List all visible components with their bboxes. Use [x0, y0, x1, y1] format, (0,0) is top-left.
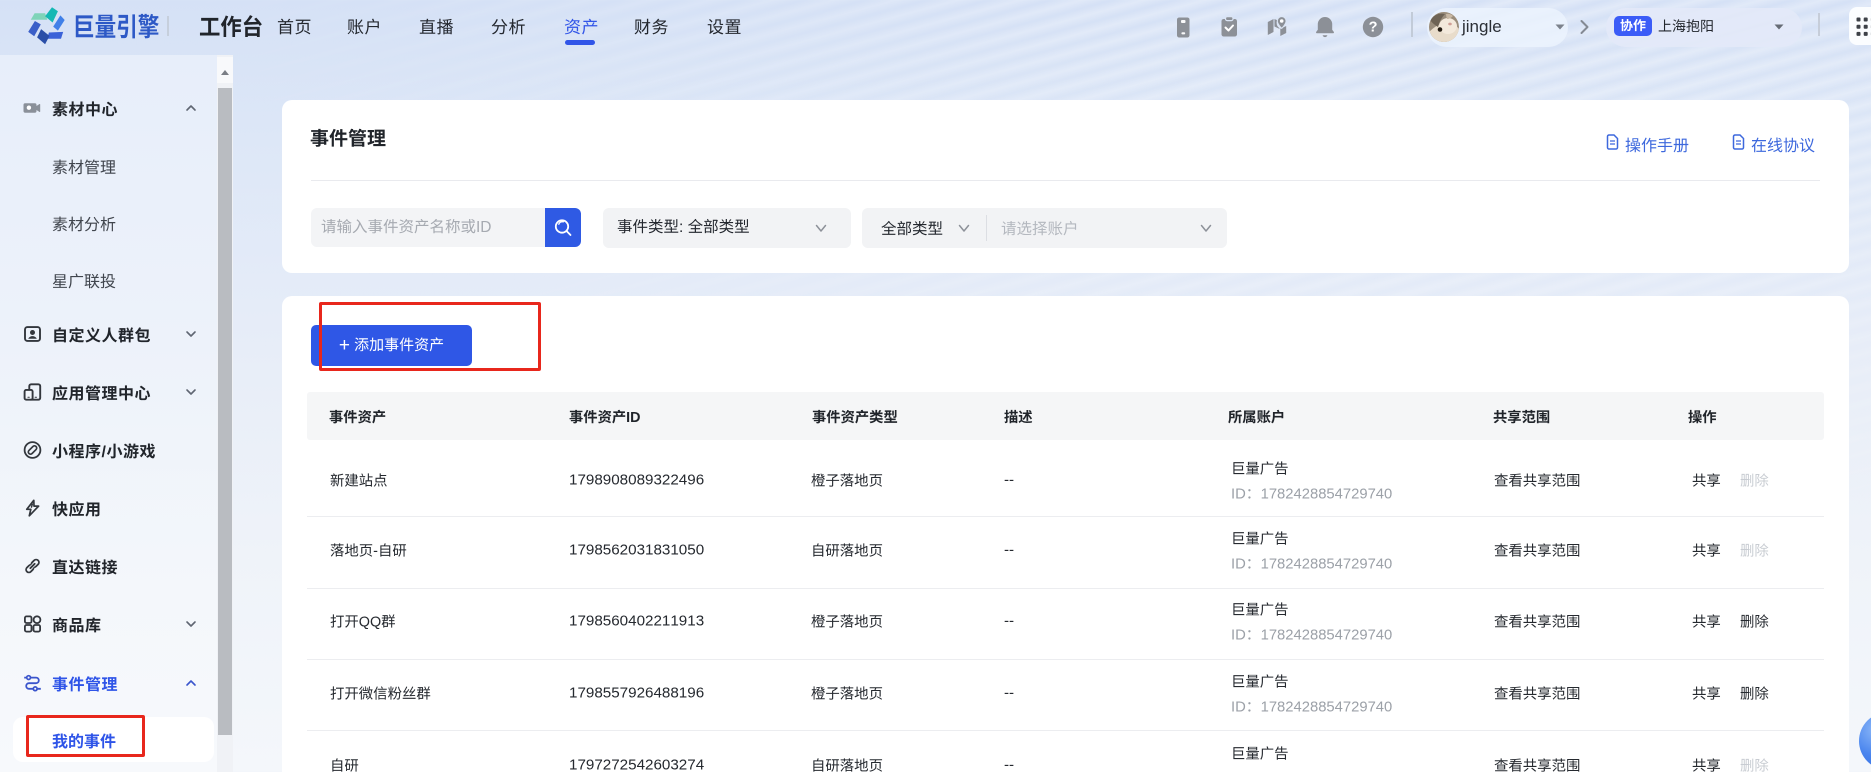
svg-text:?: ? [1369, 20, 1378, 36]
